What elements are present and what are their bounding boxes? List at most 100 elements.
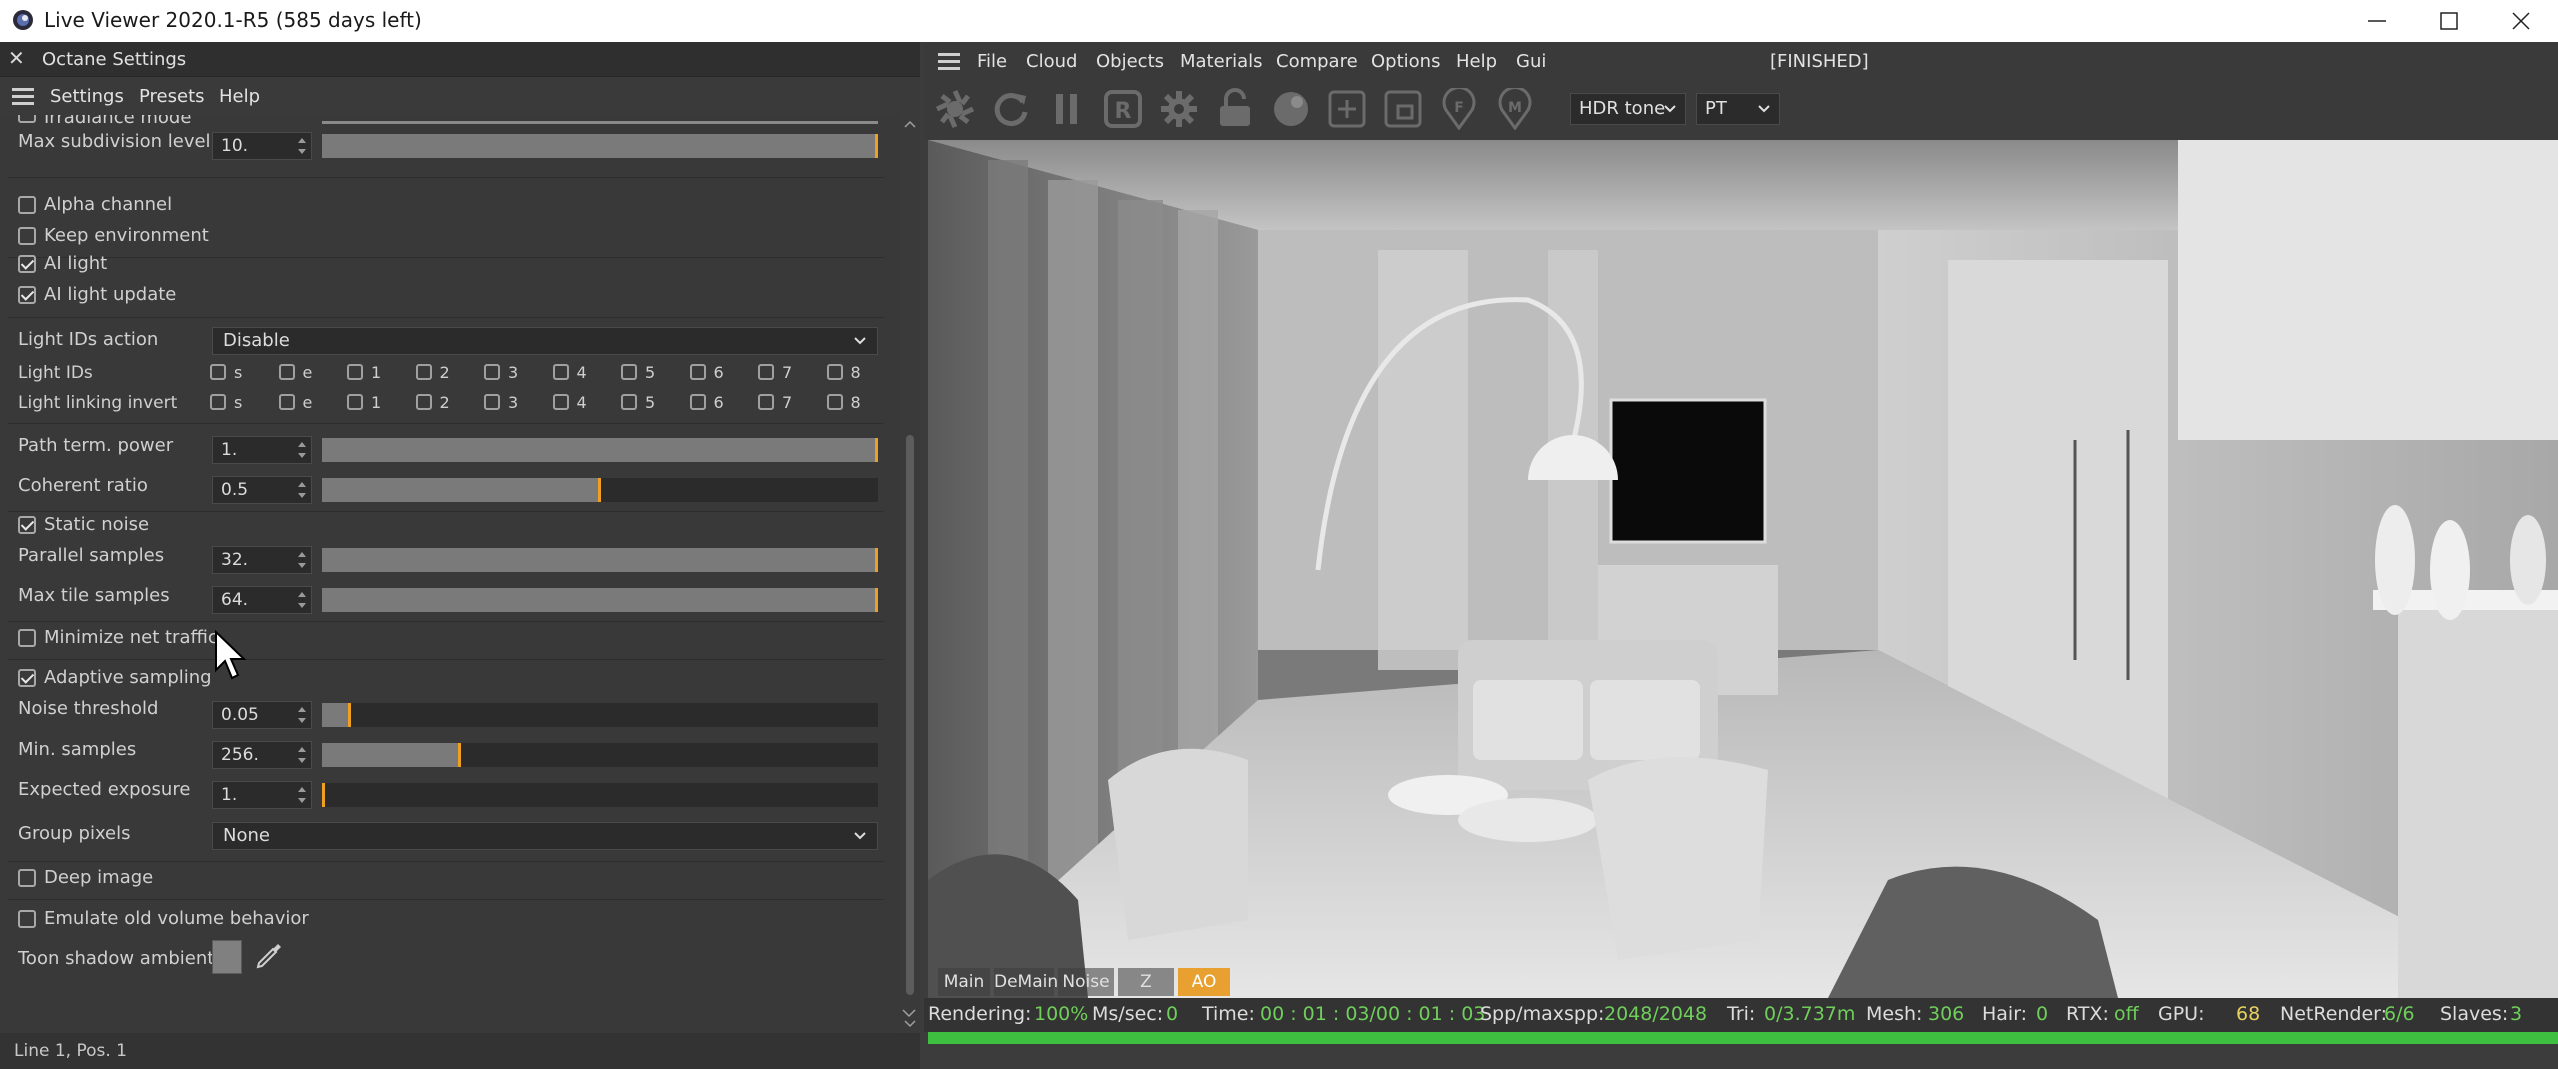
max-subdivision-slider[interactable]	[322, 134, 878, 158]
menu-file[interactable]: File	[977, 51, 1007, 72]
pass-tab-z[interactable]: Z	[1118, 968, 1174, 996]
settings-scrollbar[interactable]	[900, 115, 920, 1033]
pass-tab-demain[interactable]: DeMain	[994, 968, 1058, 996]
tone-mapping-select[interactable]: HDR tone	[1570, 93, 1686, 125]
region-render-icon[interactable]: R	[1102, 88, 1144, 130]
adaptive-sampling-checkbox[interactable]	[18, 669, 36, 687]
slider-handle[interactable]	[348, 703, 351, 727]
menu-help[interactable]: Help	[219, 86, 260, 107]
light-id-checkbox-e[interactable]	[278, 364, 295, 380]
maximize-button[interactable]	[2414, 0, 2484, 42]
spinner-icon[interactable]	[297, 591, 307, 609]
slider-handle[interactable]	[875, 548, 878, 572]
light-link-checkbox-5[interactable]	[621, 394, 637, 410]
coherent-ratio-slider[interactable]	[322, 478, 878, 502]
spinner-icon[interactable]	[297, 441, 307, 459]
light-id-checkbox-3[interactable]	[484, 364, 500, 380]
slider-handle[interactable]	[875, 588, 878, 612]
viewer-hamburger-icon[interactable]	[938, 53, 960, 71]
scrollbar-thumb[interactable]	[906, 435, 914, 995]
spinner-icon[interactable]	[297, 786, 307, 804]
scroll-down-icon[interactable]	[904, 1019, 916, 1029]
menu-gui[interactable]: Gui	[1516, 51, 1546, 72]
slider-handle[interactable]	[458, 743, 461, 767]
menu-objects[interactable]: Objects	[1096, 51, 1164, 72]
focus-pick-icon[interactable]: F	[1438, 88, 1480, 130]
path-term-power-input[interactable]: 1.	[212, 436, 312, 464]
light-link-checkbox-8[interactable]	[826, 394, 843, 410]
settings-gear-icon[interactable]	[1158, 88, 1200, 130]
render-shutter-icon[interactable]	[934, 88, 976, 130]
light-id-checkbox-7[interactable]	[758, 364, 774, 380]
group-pixels-dropdown[interactable]: None	[212, 822, 878, 850]
pass-tab-main[interactable]: Main	[938, 968, 990, 996]
material-pick-icon[interactable]: M	[1494, 88, 1536, 130]
scroll-up-icon[interactable]	[904, 119, 916, 129]
noise-threshold-input[interactable]: 0.05	[212, 701, 312, 729]
light-id-checkbox-8[interactable]	[826, 364, 843, 380]
kernel-select[interactable]: PT	[1696, 93, 1780, 125]
light-id-checkbox-s[interactable]	[210, 364, 226, 380]
spinner-icon[interactable]	[297, 481, 307, 499]
eyedropper-icon[interactable]	[254, 941, 284, 971]
expected-exposure-slider[interactable]	[322, 783, 878, 807]
menu-help[interactable]: Help	[1456, 51, 1497, 72]
light-link-checkbox-2[interactable]	[415, 394, 432, 410]
expected-exposure-input[interactable]: 1.	[212, 781, 312, 809]
menu-compare[interactable]: Compare	[1276, 51, 1358, 72]
render-viewport[interactable]	[928, 140, 2558, 998]
spinner-icon[interactable]	[297, 746, 307, 764]
menu-cloud[interactable]: Cloud	[1026, 51, 1077, 72]
toon-shadow-color-swatch[interactable]	[212, 940, 242, 974]
keep-environment-checkbox[interactable]	[18, 227, 36, 245]
parallel-samples-slider[interactable]	[322, 548, 878, 572]
spinner-icon[interactable]	[297, 137, 307, 155]
menu-options[interactable]: Options	[1371, 51, 1440, 72]
slider-handle[interactable]	[875, 438, 878, 462]
material-ball-icon[interactable]	[1270, 88, 1312, 130]
light-ids-action-dropdown[interactable]: Disable	[212, 327, 878, 355]
parallel-samples-input[interactable]: 32.	[212, 546, 312, 574]
max-tile-samples-slider[interactable]	[322, 588, 878, 612]
static-noise-checkbox[interactable]	[18, 516, 36, 534]
light-id-checkbox-1[interactable]	[347, 364, 363, 380]
max-tile-samples-input[interactable]: 64.	[212, 586, 312, 614]
light-link-checkbox-6[interactable]	[689, 394, 706, 410]
light-link-checkbox-e[interactable]	[278, 394, 295, 410]
light-id-checkbox-5[interactable]	[621, 364, 637, 380]
close-window-button[interactable]	[2486, 0, 2556, 42]
light-link-checkbox-s[interactable]	[210, 394, 226, 410]
light-link-checkbox-7[interactable]	[758, 394, 774, 410]
spinner-icon[interactable]	[297, 551, 307, 569]
refresh-icon[interactable]	[990, 88, 1032, 130]
max-subdivision-input[interactable]: 10.	[212, 132, 312, 160]
menu-presets[interactable]: Presets	[139, 86, 205, 107]
deep-image-checkbox[interactable]	[18, 869, 36, 887]
path-term-power-slider[interactable]	[322, 438, 878, 462]
slider-handle[interactable]	[322, 783, 325, 807]
light-id-checkbox-4[interactable]	[552, 364, 569, 380]
pass-tab-ao[interactable]: AO	[1178, 968, 1230, 996]
hamburger-menu-icon[interactable]	[12, 88, 34, 106]
light-link-checkbox-4[interactable]	[552, 394, 569, 410]
slider-handle[interactable]	[598, 478, 601, 502]
film-region-icon[interactable]	[1382, 88, 1424, 130]
irradiance-mode-checkbox[interactable]	[18, 115, 36, 123]
menu-materials[interactable]: Materials	[1180, 51, 1263, 72]
light-id-checkbox-6[interactable]	[689, 364, 706, 380]
close-panel-icon[interactable]: ✕	[8, 46, 25, 70]
light-link-checkbox-1[interactable]	[347, 394, 363, 410]
min-samples-slider[interactable]	[322, 743, 878, 767]
pause-icon[interactable]	[1046, 88, 1088, 130]
minimize-button[interactable]	[2342, 0, 2412, 42]
ai-light-checkbox[interactable]	[18, 255, 36, 273]
spinner-icon[interactable]	[297, 706, 307, 724]
light-id-checkbox-2[interactable]	[415, 364, 432, 380]
add-region-icon[interactable]	[1326, 88, 1368, 130]
noise-threshold-slider[interactable]	[322, 703, 878, 727]
min-samples-input[interactable]: 256.	[212, 741, 312, 769]
emulate-old-volume-checkbox[interactable]	[18, 910, 36, 928]
light-link-checkbox-3[interactable]	[484, 394, 500, 410]
slider-handle[interactable]	[875, 134, 878, 158]
pass-tab-noise[interactable]: Noise	[1058, 968, 1114, 996]
